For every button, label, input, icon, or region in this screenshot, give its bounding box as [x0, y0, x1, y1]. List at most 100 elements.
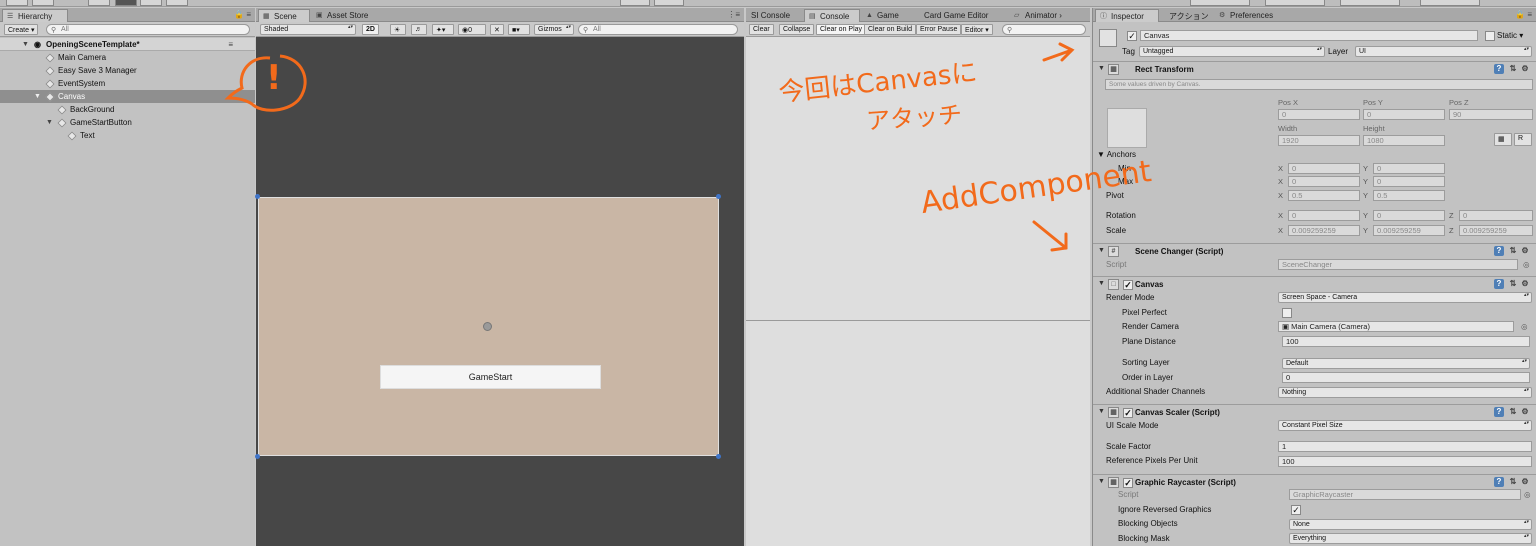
- rotation-z-field[interactable]: 0: [1459, 210, 1533, 221]
- height-field[interactable]: 1080: [1363, 135, 1445, 146]
- custom-tool-button[interactable]: [166, 0, 188, 6]
- list-item[interactable]: BackGround: [0, 103, 255, 116]
- scene-root-item[interactable]: ▼ ◉ OpeningSceneTemplate* ≡: [0, 38, 255, 51]
- rect-transform-header[interactable]: ▼ ▦ Rect Transform ? ⇅ ⚙: [1093, 61, 1536, 77]
- collab-button[interactable]: [1190, 0, 1250, 6]
- tab-actions[interactable]: アクション: [1165, 9, 1209, 22]
- tools-icon[interactable]: ✕: [490, 24, 504, 35]
- canvas-scaler-enabled-checkbox[interactable]: ✓: [1123, 408, 1133, 418]
- help-book-icon[interactable]: ?: [1494, 477, 1504, 487]
- posy-field[interactable]: 0: [1363, 109, 1445, 120]
- pivot-y-field[interactable]: 0.5: [1373, 190, 1445, 201]
- render-camera-field[interactable]: ▣ Main Camera (Camera): [1278, 321, 1514, 332]
- fold-arrow-icon[interactable]: ▼: [1098, 478, 1105, 485]
- hand-tool-button[interactable]: [6, 0, 28, 6]
- fold-arrow-icon[interactable]: ▼: [1098, 65, 1105, 72]
- canvas-enabled-checkbox[interactable]: ✓: [1123, 280, 1133, 290]
- gamestart-button[interactable]: GameStart: [380, 365, 601, 389]
- help-book-icon[interactable]: ?: [1494, 407, 1504, 417]
- fold-arrow-icon[interactable]: ▼: [1098, 408, 1105, 415]
- editor-dropdown[interactable]: Editor ▾: [961, 24, 993, 35]
- tab-console[interactable]: ▤ Console: [804, 9, 860, 22]
- console-search-input[interactable]: ⚲: [1002, 24, 1086, 35]
- gear-icon[interactable]: ⚙: [1520, 477, 1530, 487]
- rect-handle[interactable]: [255, 454, 260, 459]
- rect-handle[interactable]: [255, 194, 260, 199]
- gear-icon[interactable]: ⚙: [1520, 64, 1530, 74]
- tab-game[interactable]: ▲ Game: [862, 9, 912, 22]
- scale-z-field[interactable]: 0.009259259: [1459, 225, 1533, 236]
- clear-button[interactable]: Clear: [749, 24, 774, 35]
- raycaster-script-field[interactable]: GraphicRaycaster: [1289, 489, 1521, 500]
- tab-animator[interactable]: ▱ Animator ›: [1010, 9, 1086, 22]
- scale-x-field[interactable]: 0.009259259: [1288, 225, 1360, 236]
- preset-icon[interactable]: ⇅: [1508, 64, 1518, 74]
- target-icon[interactable]: ◎: [1524, 489, 1531, 501]
- tab-preferences[interactable]: ⚙ Preferences: [1215, 9, 1295, 22]
- gizmos-dropdown[interactable]: Gizmos: [534, 24, 574, 35]
- scene-search-input[interactable]: ⚲ All: [578, 24, 738, 35]
- tab-inspector[interactable]: ⓘ Inspector: [1095, 9, 1159, 22]
- static-checkbox[interactable]: [1485, 31, 1495, 41]
- clear-on-build-button[interactable]: Clear on Build: [864, 24, 916, 35]
- anchor-preset-button[interactable]: [1107, 108, 1147, 148]
- preset-icon[interactable]: ⇅: [1508, 477, 1518, 487]
- tab-hierarchy[interactable]: ☰ Hierarchy: [2, 9, 68, 22]
- fold-arrow-icon[interactable]: ▼: [1098, 247, 1105, 254]
- anchor-min-y-field[interactable]: 0: [1373, 163, 1445, 174]
- fold-arrow-icon[interactable]: ▼: [1098, 280, 1105, 287]
- render-mode-dropdown[interactable]: Screen Space - Camera: [1278, 292, 1532, 303]
- panel-menu-icon[interactable]: ⋮≡: [727, 10, 740, 19]
- list-item[interactable]: Text: [0, 129, 255, 142]
- anchor-min-x-field[interactable]: 0: [1288, 163, 1360, 174]
- console-detail-area[interactable]: [746, 322, 1090, 546]
- blocking-mask-dropdown[interactable]: Everything: [1289, 533, 1532, 544]
- anchor-max-y-field[interactable]: 0: [1373, 176, 1445, 187]
- gear-icon[interactable]: ⚙: [1520, 279, 1530, 289]
- tag-dropdown[interactable]: Untagged: [1139, 46, 1325, 57]
- pause-button[interactable]: [654, 0, 684, 6]
- gameobject-large-icon[interactable]: [1099, 29, 1117, 47]
- rect-handle[interactable]: [716, 194, 721, 199]
- tab-scene[interactable]: ▦ Scene: [258, 9, 310, 22]
- anchor-max-x-field[interactable]: 0: [1288, 176, 1360, 187]
- ui-scale-mode-dropdown[interactable]: Constant Pixel Size: [1278, 420, 1532, 431]
- shader-channels-dropdown[interactable]: Nothing: [1278, 387, 1532, 398]
- rect-tool-button[interactable]: [115, 0, 137, 6]
- error-pause-button[interactable]: Error Pause: [916, 24, 962, 35]
- rotation-x-field[interactable]: 0: [1288, 210, 1360, 221]
- width-field[interactable]: 1920: [1278, 135, 1360, 146]
- hierarchy-search-input[interactable]: ⚲ All: [46, 24, 250, 35]
- preset-icon[interactable]: ⇅: [1508, 407, 1518, 417]
- expand-arrow-icon[interactable]: ▼: [34, 90, 41, 103]
- hidden-objects-icon[interactable]: ◉0: [458, 24, 486, 35]
- blueprint-mode-button[interactable]: ▦: [1494, 133, 1512, 146]
- collapse-button[interactable]: Collapse: [779, 24, 815, 35]
- sorting-layer-dropdown[interactable]: Default: [1282, 358, 1530, 369]
- list-item-selected[interactable]: ▼ Canvas: [0, 90, 255, 103]
- help-book-icon[interactable]: ?: [1494, 279, 1504, 289]
- list-item[interactable]: Main Camera: [0, 51, 255, 64]
- ref-ppu-field[interactable]: 100: [1278, 456, 1532, 467]
- gear-icon[interactable]: ⚙: [1520, 246, 1530, 256]
- rect-handle[interactable]: [716, 454, 721, 459]
- lighting-icon[interactable]: ☀: [390, 24, 406, 35]
- layers-dropdown[interactable]: [1340, 0, 1400, 6]
- raycaster-enabled-checkbox[interactable]: ✓: [1123, 478, 1133, 488]
- gear-icon[interactable]: ⚙: [1520, 407, 1530, 417]
- move-tool-button[interactable]: [32, 0, 54, 6]
- shading-mode-dropdown[interactable]: Shaded: [260, 24, 356, 35]
- preset-icon[interactable]: ⇅: [1508, 279, 1518, 289]
- list-item[interactable]: ▼ GameStartButton: [0, 116, 255, 129]
- pivot-icon[interactable]: [483, 322, 492, 331]
- help-book-icon[interactable]: ?: [1494, 64, 1504, 74]
- canvas-scaler-header[interactable]: ▼ ▦ ✓ Canvas Scaler (Script) ? ⇅ ⚙: [1093, 404, 1536, 420]
- pixel-perfect-checkbox[interactable]: [1282, 308, 1292, 318]
- canvas-header[interactable]: ▼ □ ✓ Canvas ? ⇅ ⚙: [1093, 276, 1536, 292]
- posx-field[interactable]: 0: [1278, 109, 1360, 120]
- ignore-reversed-checkbox[interactable]: ✓: [1291, 505, 1301, 515]
- plane-distance-field[interactable]: 100: [1282, 336, 1530, 347]
- target-icon[interactable]: ◎: [1523, 259, 1530, 271]
- object-name-field[interactable]: Canvas: [1140, 30, 1478, 41]
- posz-field[interactable]: 90: [1449, 109, 1533, 120]
